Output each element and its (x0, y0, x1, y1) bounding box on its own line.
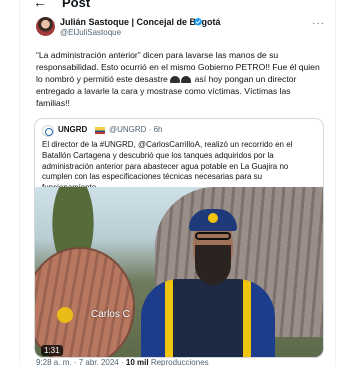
quote-avatar[interactable] (42, 125, 54, 137)
author-handle[interactable]: @ElJuliSastoque (60, 28, 121, 37)
video-overlay-name: Carlos C (91, 309, 130, 320)
tweet-text: “La administración anterior” dicen para … (36, 49, 326, 109)
video-person-beard (195, 245, 231, 285)
top-bar: ← Post (0, 0, 350, 14)
back-arrow-icon[interactable]: ← (33, 0, 47, 9)
quoted-tweet[interactable]: UNGRD @UNGRD · 6h El director de la #UNG… (34, 118, 324, 358)
video-person-body (141, 279, 275, 357)
cap-emoji-icon (170, 76, 181, 83)
right-divider (335, 0, 336, 366)
cap-emoji-icon (181, 76, 192, 83)
avatar[interactable] (36, 17, 55, 36)
tweet-time[interactable]: 9:28 a. m. (36, 358, 72, 366)
tweet-meta: 9:28 a. m. · 7 abr. 2024 · 10 mil Reprod… (36, 358, 209, 366)
quote-text: El director de la #UNGRD, @CarlosCarrill… (42, 140, 293, 192)
quote-separator: · (148, 125, 152, 134)
quote-meta: @UNGRD · 6h (109, 125, 163, 134)
verified-icon (194, 17, 202, 26)
view-count: 10 mil (125, 358, 149, 366)
video-person-glasses (195, 232, 231, 240)
page-title: Post (62, 0, 91, 10)
meta-separator: · (73, 358, 77, 366)
left-divider (19, 0, 20, 366)
quote-author-name[interactable]: UNGRD (58, 125, 87, 134)
meta-separator: · (121, 358, 124, 366)
video-cap-logo (208, 213, 218, 223)
flag-icon (95, 127, 105, 134)
quote-time[interactable]: 6h (154, 125, 163, 134)
video-overlay-logo (57, 307, 73, 323)
video-tank-left (35, 247, 135, 357)
video-duration-badge: 1:31 (41, 345, 63, 356)
more-icon[interactable]: ··· (312, 18, 325, 29)
quote-handle[interactable]: @UNGRD (109, 125, 146, 134)
video-player[interactable]: Carlos C 1:31 (35, 187, 323, 357)
view-label: Reproducciones (150, 358, 209, 366)
tweet-date[interactable]: 7 abr. 2024 (79, 358, 119, 366)
